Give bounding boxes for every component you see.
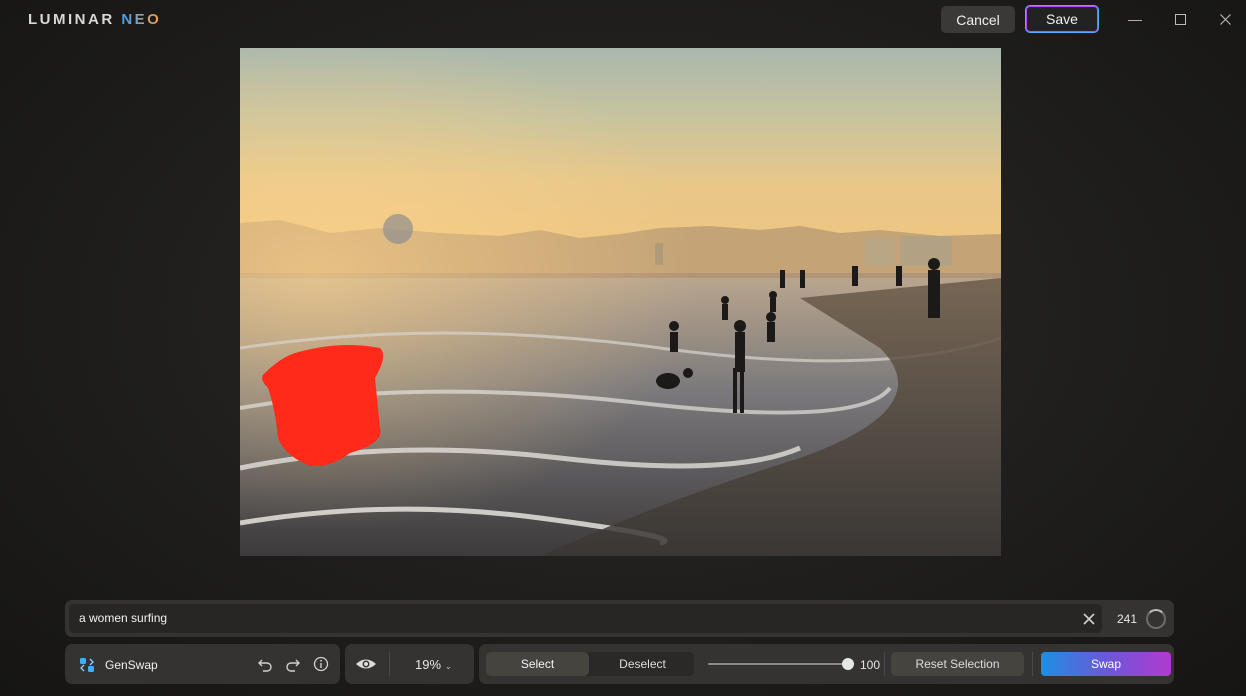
minimize-icon[interactable]: —	[1124, 10, 1146, 28]
prompt-input[interactable]: a women surfing	[69, 604, 1102, 633]
prompt-text[interactable]: a women surfing	[79, 611, 167, 625]
spinner-icon	[1146, 609, 1166, 629]
selection-panel: Select Deselect 100 Reset Selection Swap	[479, 644, 1174, 684]
brush-size-slider-thumb[interactable]	[842, 658, 854, 670]
view-panel: 19% ⌄	[345, 644, 474, 684]
close-icon[interactable]	[1214, 10, 1236, 28]
divider	[1032, 652, 1033, 676]
cancel-button[interactable]: Cancel	[941, 6, 1015, 33]
zoom-dropdown[interactable]: 19% ⌄	[415, 657, 452, 672]
logo-secondary-text: NEO	[121, 11, 162, 28]
save-button[interactable]: Save	[1025, 5, 1099, 33]
brush-size-slider[interactable]	[708, 663, 849, 665]
photo-canvas[interactable]	[240, 48, 1001, 556]
prompt-bar: a women surfing 241	[65, 600, 1174, 637]
genswap-icon	[79, 657, 95, 673]
redo-icon[interactable]	[285, 656, 301, 672]
divider	[389, 652, 390, 676]
eye-icon[interactable]	[355, 656, 377, 672]
logo-primary-text: LUMINAR	[28, 11, 115, 28]
undo-icon[interactable]	[257, 656, 273, 672]
deselect-button[interactable]: Deselect	[591, 652, 694, 676]
tool-label: GenSwap	[105, 658, 158, 672]
app-logo: LUMINAR NEO	[28, 11, 161, 28]
reset-selection-button[interactable]: Reset Selection	[891, 652, 1024, 676]
chevron-down-icon: ⌄	[444, 661, 453, 671]
title-bar: LUMINAR NEO Cancel Save —	[0, 0, 1246, 40]
clear-prompt-icon[interactable]	[1081, 611, 1097, 627]
info-icon[interactable]	[313, 656, 329, 672]
swap-button[interactable]: Swap	[1041, 652, 1171, 676]
brush-size-value: 100	[860, 658, 881, 672]
tool-panel: GenSwap	[65, 644, 340, 684]
select-button[interactable]: Select	[486, 652, 589, 676]
char-count: 241	[1117, 612, 1138, 626]
zoom-value: 19%	[415, 657, 442, 672]
divider	[884, 652, 885, 676]
maximize-icon[interactable]	[1169, 10, 1191, 28]
selection-mode-toggle: Select Deselect	[486, 652, 694, 676]
